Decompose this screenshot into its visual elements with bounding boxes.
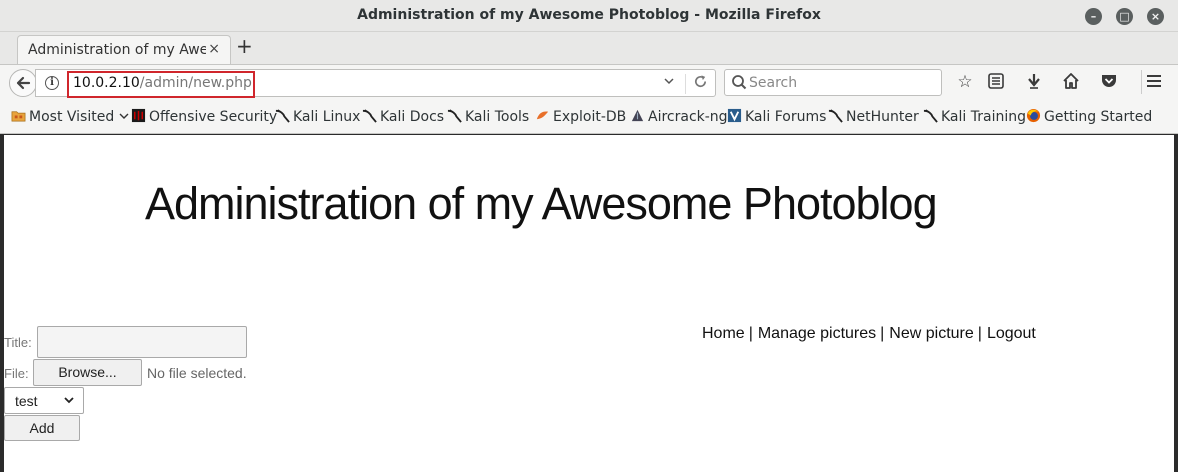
tab-close-icon[interactable]: × <box>208 41 220 57</box>
window-titlebar: Administration of my Awesome Photoblog -… <box>0 0 1178 32</box>
category-selected-value: test <box>15 393 38 409</box>
kali-icon <box>828 109 843 123</box>
nav-link-new-picture[interactable]: New picture <box>889 325 973 342</box>
bookmark-kali-training[interactable]: Kali Training <box>923 108 1026 125</box>
close-icon[interactable]: × <box>1147 8 1164 25</box>
bookmark-label: Kali Docs <box>380 109 445 125</box>
kali-icon <box>447 109 462 123</box>
url-text[interactable]: 10.0.2.10/admin/new.php <box>73 75 252 91</box>
bookmark-kali-docs[interactable]: Kali Docs <box>362 108 444 125</box>
bookmark-star-icon[interactable]: ☆ <box>954 72 976 92</box>
bookmark-kali-forums[interactable]: Kali Forums <box>727 108 826 125</box>
bookmark-label: Kali Linux <box>293 109 361 125</box>
bookmark-label: Most Visited <box>29 109 115 125</box>
bookmark-aircrack-ng[interactable]: Aircrack-ng <box>630 108 728 125</box>
maximize-icon[interactable]: □ <box>1116 8 1133 25</box>
back-arrow-icon <box>16 76 31 90</box>
chevron-down-icon <box>119 113 129 119</box>
home-icon[interactable] <box>1060 72 1082 92</box>
aircrack-icon <box>631 109 644 122</box>
page-title: Administration of my Awesome Photoblog <box>145 178 938 229</box>
tab-label: Administration of my Awe... <box>28 42 206 58</box>
title-label: Title: <box>4 335 32 350</box>
menu-separator: | <box>880 325 885 342</box>
toolbar-separator <box>1141 70 1142 94</box>
file-label: File: <box>4 366 29 381</box>
bookmark-most-visited[interactable]: Most Visited <box>11 108 129 125</box>
admin-nav-menu: Home | Manage pictures | New picture | Logout <box>702 325 1036 343</box>
bookmarks-toolbar: Most Visited Offensive Security Kali Lin… <box>0 100 1178 134</box>
hamburger-menu-icon[interactable] <box>1143 72 1165 92</box>
search-input[interactable] <box>749 73 937 93</box>
search-icon <box>732 75 747 90</box>
bookmark-label: Kali Forums <box>745 109 827 125</box>
downloads-icon[interactable] <box>1023 72 1045 92</box>
bookmark-label: NetHunter <box>846 109 919 125</box>
window-title: Administration of my Awesome Photoblog -… <box>357 7 821 23</box>
new-tab-button[interactable]: + <box>236 36 253 56</box>
no-file-text: No file selected. <box>147 365 247 381</box>
bookmark-exploit-db[interactable]: Exploit-DB <box>535 108 626 125</box>
category-select[interactable]: test <box>4 387 84 414</box>
minimize-icon[interactable]: – <box>1085 8 1102 25</box>
url-separator <box>685 74 686 94</box>
nav-link-home[interactable]: Home <box>702 325 745 342</box>
browse-button[interactable]: Browse... <box>33 359 142 386</box>
url-dropdown-icon[interactable] <box>663 75 675 91</box>
title-input[interactable] <box>37 326 247 358</box>
kali-forums-icon <box>727 108 742 123</box>
bookmark-label: Aircrack-ng <box>648 109 728 125</box>
bookmark-label: Kali Tools <box>465 109 530 125</box>
exploit-db-icon <box>536 111 549 120</box>
bookmark-label: Exploit-DB <box>553 109 627 125</box>
kali-icon <box>275 109 290 123</box>
bookmark-label: Getting Started <box>1044 109 1153 125</box>
menu-separator: | <box>748 325 753 342</box>
url-path: /admin/new.php <box>139 75 252 91</box>
bookmark-kali-tools[interactable]: Kali Tools <box>447 108 529 125</box>
search-bar[interactable] <box>724 69 942 96</box>
nav-link-manage-pictures[interactable]: Manage pictures <box>758 325 876 342</box>
pocket-icon[interactable] <box>1098 72 1120 92</box>
folder-icon <box>11 111 26 122</box>
kali-icon <box>923 109 938 123</box>
bookmark-getting-started[interactable]: Getting Started <box>1026 108 1152 125</box>
url-host: 10.0.2.10 <box>73 75 140 91</box>
chevron-down-icon <box>64 397 74 404</box>
kali-icon <box>362 109 377 123</box>
nav-link-logout[interactable]: Logout <box>987 325 1036 342</box>
bookmark-nethunter[interactable]: NetHunter <box>828 108 919 125</box>
offsec-icon <box>131 108 146 123</box>
url-bar[interactable]: i 10.0.2.10/admin/new.php <box>35 69 716 98</box>
reader-list-icon[interactable] <box>985 72 1007 92</box>
reload-icon[interactable] <box>693 74 708 93</box>
bookmark-label: Kali Training <box>941 109 1026 125</box>
firefox-icon <box>1026 108 1041 123</box>
tab-strip: Administration of my Awe... × <box>0 32 1178 65</box>
browser-tab[interactable]: Administration of my Awe... × <box>17 35 231 65</box>
bookmark-label: Offensive Security <box>149 109 278 125</box>
add-button[interactable]: Add <box>4 415 80 441</box>
page-content: Administration of my Awesome Photoblog H… <box>4 135 1174 472</box>
bookmark-offensive-security[interactable]: Offensive Security <box>131 108 277 125</box>
menu-separator: | <box>977 325 982 342</box>
back-button[interactable] <box>9 69 37 97</box>
bookmark-kali-linux[interactable]: Kali Linux <box>275 108 360 125</box>
site-info-icon[interactable]: i <box>45 76 59 90</box>
